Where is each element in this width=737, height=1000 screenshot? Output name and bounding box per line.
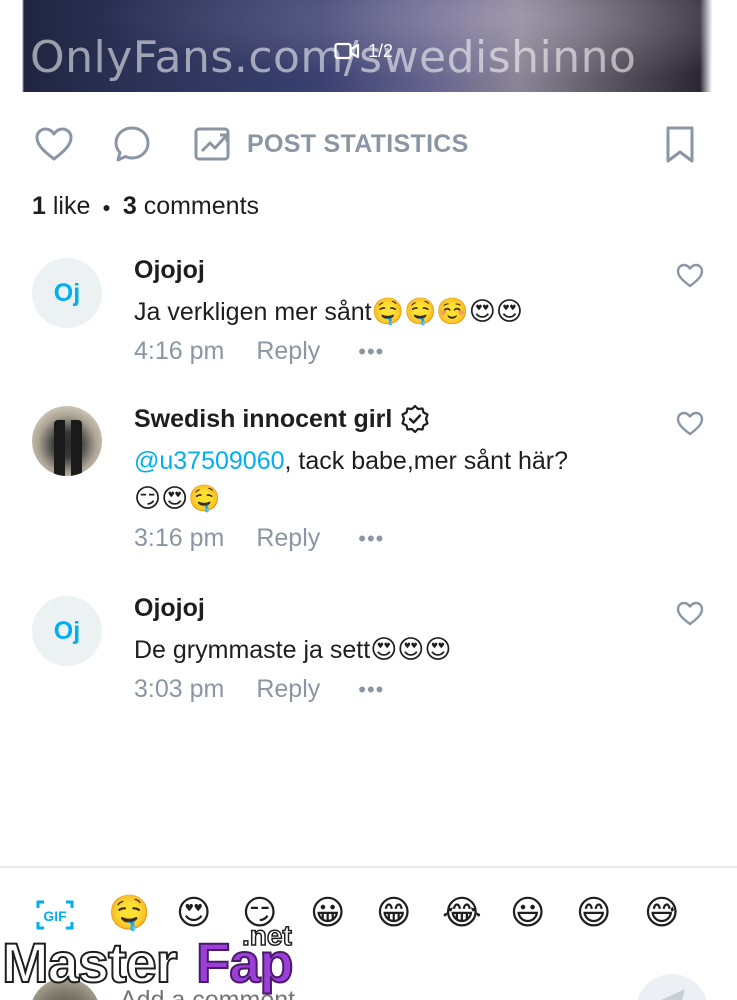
likes-count: 1 xyxy=(32,192,46,220)
comment-like-heart-icon[interactable] xyxy=(675,598,705,628)
comment-text: @u37509060, tack babe,mer sånt här? 😏😍🤤 xyxy=(134,442,654,518)
emoji-tears-of-joy[interactable]: 😂 xyxy=(442,892,482,934)
reply-button[interactable]: Reply xyxy=(256,675,320,704)
comment-body: Swedish innocent girl @u37509060, tack b… xyxy=(134,404,654,553)
watermark-net-text: .net xyxy=(241,919,292,952)
avatar-photo xyxy=(54,420,82,476)
comment-author[interactable]: Ojojoj xyxy=(134,594,654,623)
comment-like-heart-icon[interactable] xyxy=(675,408,705,438)
site-watermark-logo: Master Fap .net xyxy=(0,918,320,1000)
avatar[interactable]: Oj xyxy=(32,596,102,666)
comment-text: Ja verkligen mer sånt🤤🤤☺️😍😍 xyxy=(134,293,654,331)
emoji-sweat-smile[interactable]: 😅 xyxy=(644,892,679,934)
post-media[interactable]: OnlyFans.com/swedishinno 1/2 xyxy=(0,0,737,92)
media-counter: 1/2 xyxy=(334,40,393,62)
video-icon xyxy=(334,42,360,60)
emoji-smiley[interactable]: 😃 xyxy=(510,892,545,934)
post-actions: POST STATISTICS xyxy=(0,112,737,176)
post-statistics-button[interactable]: POST STATISTICS xyxy=(193,124,469,164)
mention-link[interactable]: @u37509060 xyxy=(134,447,285,475)
comment-bubble-icon[interactable] xyxy=(110,122,154,166)
counts-separator: ● xyxy=(102,198,111,215)
statistics-chart-icon xyxy=(193,124,233,164)
comment-text-content: , tack babe,mer sånt här? xyxy=(284,447,568,475)
comment-text-content: De grymmaste ja sett xyxy=(134,636,371,664)
comment-meta: 3:03 pm Reply ••• xyxy=(134,675,654,704)
comment-author-name: Ojojoj xyxy=(134,256,205,284)
more-options-icon[interactable]: ••• xyxy=(358,677,384,703)
more-options-icon[interactable]: ••• xyxy=(358,526,384,552)
reply-button[interactable]: Reply xyxy=(256,337,320,366)
comment-time: 3:16 pm xyxy=(134,524,225,552)
avatar[interactable]: Oj xyxy=(32,258,102,328)
send-button[interactable] xyxy=(636,974,708,1000)
comment-author-name: Swedish innocent girl xyxy=(134,404,393,433)
comment-meta: 4:16 pm Reply ••• xyxy=(134,337,654,366)
bookmark-icon[interactable] xyxy=(660,122,700,166)
likes-label[interactable]: like xyxy=(53,192,91,221)
more-options-icon[interactable]: ••• xyxy=(358,339,384,365)
like-heart-icon[interactable] xyxy=(32,122,76,166)
comment-author[interactable]: Ojojoj xyxy=(134,256,654,285)
post-statistics-label: POST STATISTICS xyxy=(247,129,469,158)
comment-text-content: Ja verkligen mer sånt xyxy=(134,298,372,326)
comment-author-name: Ojojoj xyxy=(134,594,205,622)
comment-text: De grymmaste ja sett😍😍😍 xyxy=(134,631,654,669)
comment-emojis: 😏😍🤤 xyxy=(134,484,221,514)
comments-label[interactable]: comments xyxy=(144,192,259,221)
comment-time: 3:03 pm xyxy=(134,675,225,703)
avatar[interactable] xyxy=(32,406,102,476)
verified-badge-icon xyxy=(401,404,429,434)
comment-time: 4:16 pm xyxy=(134,337,225,365)
media-counter-label: 1/2 xyxy=(368,40,394,61)
comment-emojis: 🤤🤤☺️😍😍 xyxy=(371,297,523,327)
comment-body: Ojojoj De grymmaste ja sett😍😍😍 3:03 pm R… xyxy=(134,594,654,704)
comment-like-heart-icon[interactable] xyxy=(675,260,705,290)
send-arrow-icon xyxy=(661,989,685,1000)
emoji-beaming[interactable]: 😁 xyxy=(376,892,411,934)
comment-body: Ojojoj Ja verkligen mer sånt🤤🤤☺️😍😍 4:16 … xyxy=(134,256,654,366)
watermark-master-text: Master xyxy=(1,930,179,995)
comment-author[interactable]: Swedish innocent girl xyxy=(134,404,654,434)
post-counts: 1 like ● 3 comments xyxy=(32,192,259,221)
reply-button[interactable]: Reply xyxy=(256,524,320,553)
emoji-smile[interactable]: 😄 xyxy=(576,892,611,934)
comment-meta: 3:16 pm Reply ••• xyxy=(134,524,654,553)
comment-emojis: 😍😍😍 xyxy=(370,635,452,665)
comments-count: 3 xyxy=(122,192,137,220)
